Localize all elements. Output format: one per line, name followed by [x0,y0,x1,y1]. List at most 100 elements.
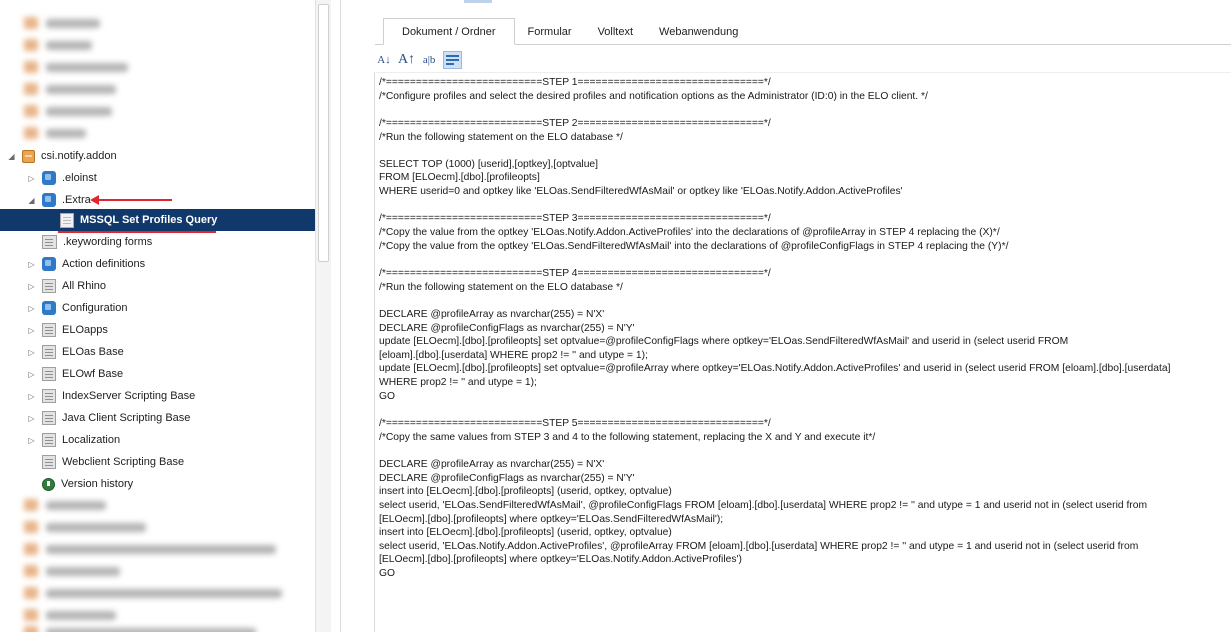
code-line[interactable]: DECLARE @profileArray as nvarchar(255) =… [379,458,1229,472]
tree-scrollbar-thumb[interactable] [318,4,329,262]
redacted-tree-item [24,609,116,621]
redacted-tree-item [24,17,100,29]
code-line[interactable]: GO [379,567,1229,581]
code-line[interactable] [379,294,1229,308]
tree-item-indexserver-scripting-base[interactable]: ▷ IndexServer Scripting Base [26,385,315,407]
tab-webanwendung[interactable]: Webanwendung [646,18,751,45]
collapsed-toggle-icon[interactable]: ▷ [26,282,37,291]
tree-item-localization[interactable]: ▷ Localization [26,429,315,451]
cube-icon [42,301,56,315]
tree-item-eloapps[interactable]: ▷ ELOapps [26,319,315,341]
cube-icon [42,257,56,271]
tree-item-java-client-scripting-base[interactable]: ▷ Java Client Scripting Base [26,407,315,429]
collapsed-toggle-icon[interactable]: ▷ [26,326,37,335]
repository-tree: ◢ csi.notify.addon ▷ .eloinst ◢ .Extra M… [0,0,333,632]
script-editor[interactable]: /*==========================STEP 1======… [374,72,1231,632]
code-line[interactable]: DECLARE @profileConfigFlags as nvarchar(… [379,322,1229,336]
tree-item-mssql-set-profiles-query[interactable]: MSSQL Set Profiles Query [0,209,315,231]
collapsed-toggle-icon[interactable]: ▷ [26,260,37,269]
code-line[interactable]: /*==========================STEP 5======… [379,417,1229,431]
tree-item-label: .keywording forms [63,236,153,248]
code-line[interactable] [379,253,1229,267]
code-line[interactable]: [ELOecm].[dbo].[profileopts] where optke… [379,553,1229,567]
tree-item-label: MSSQL Set Profiles Query [80,214,218,226]
script-code[interactable]: /*==========================STEP 1======… [379,76,1229,581]
tree-item-label: .Extra [62,194,91,206]
redacted-tree-item [24,105,112,117]
code-line[interactable]: WHERE prop2 != '' and utype = 1); [379,376,1229,390]
code-line[interactable]: [eloam].[dbo].[userdata] WHERE prop2 != … [379,349,1229,363]
tree-item-configuration[interactable]: ▷ Configuration [26,297,315,319]
code-line[interactable]: insert into [ELOecm].[dbo].[profileopts]… [379,485,1229,499]
redacted-tree-item [24,127,86,139]
code-line[interactable]: /*Copy the value from the optkey 'ELOas.… [379,240,1229,254]
collapsed-toggle-icon[interactable]: ▷ [26,392,37,401]
tree-item-eloinst[interactable]: ▷ .eloinst [26,167,315,189]
expanded-toggle-icon[interactable]: ◢ [26,196,37,205]
collapsed-toggle-icon[interactable]: ▷ [26,370,37,379]
code-line[interactable]: /*==========================STEP 3======… [379,212,1229,226]
collapsed-toggle-icon[interactable]: ▷ [26,174,37,183]
code-line[interactable]: /*==========================STEP 1======… [379,76,1229,90]
code-line[interactable]: update [ELOecm].[dbo].[profileopts] set … [379,335,1229,349]
code-line[interactable] [379,144,1229,158]
code-line[interactable]: select userid, 'ELOas.SendFilteredWfAsMa… [379,499,1229,513]
redacted-tree-item [24,83,116,95]
collapsed-toggle-icon[interactable]: ▷ [26,436,37,445]
tree-item-version-history[interactable]: Version history [42,473,315,495]
tree-scrollbar[interactable] [315,0,331,632]
cabinet-icon [42,389,56,403]
tree-item-label: Configuration [62,302,128,314]
tab-dokument-ordner[interactable]: Dokument / Ordner [383,18,515,45]
code-line[interactable] [379,103,1229,117]
code-line[interactable]: /*==========================STEP 4======… [379,267,1229,281]
code-line[interactable]: SELECT TOP (1000) [userid],[optkey],[opt… [379,158,1229,172]
pane-splitter[interactable] [340,0,341,632]
word-wrap-button[interactable] [443,51,463,69]
tree-item-label: .eloinst [62,172,97,184]
code-line[interactable]: /*==========================STEP 2======… [379,117,1229,131]
collapsed-toggle-icon[interactable]: ▷ [26,304,37,313]
tree-item-label: ELOas Base [62,346,124,358]
code-line[interactable] [379,403,1229,417]
cabinet-icon [42,455,56,469]
tree-item-keywording-forms[interactable]: .keywording forms [42,231,315,253]
cabinet-icon [42,279,56,293]
code-line[interactable] [379,444,1229,458]
tree-item-webclient-scripting-base[interactable]: Webclient Scripting Base [42,451,315,473]
cabinet-icon [42,345,56,359]
tree-item-csi-notify-addon[interactable]: ◢ csi.notify.addon [6,145,315,167]
tree-item-label: ELOapps [62,324,108,336]
tab-formular[interactable]: Formular [515,18,585,45]
show-whitespace-button[interactable]: a|b [421,51,437,69]
tree-item-elowf-base[interactable]: ▷ ELOwf Base [26,363,315,385]
cabinet-icon [42,411,56,425]
code-line[interactable]: /*Run the following statement on the ELO… [379,131,1229,145]
code-line[interactable]: FROM [ELOecm].[dbo].[profileopts] [379,171,1229,185]
tree-item-all-rhino[interactable]: ▷ All Rhino [26,275,315,297]
tree-item-eloas-base[interactable]: ▷ ELOas Base [26,341,315,363]
code-line[interactable]: DECLARE @profileConfigFlags as nvarchar(… [379,472,1229,486]
tree-item-label: Action definitions [62,258,146,270]
expanded-toggle-icon[interactable]: ◢ [6,152,17,161]
code-line[interactable]: insert into [ELOecm].[dbo].[profileopts]… [379,526,1229,540]
code-line[interactable]: /*Copy the same values from STEP 3 and 4… [379,431,1229,445]
tab-volltext[interactable]: Volltext [585,18,646,45]
code-line[interactable]: WHERE userid=0 and optkey like 'ELOas.Se… [379,185,1229,199]
code-line[interactable]: /*Configure profiles and select the desi… [379,90,1229,104]
code-line[interactable]: [ELOecm].[dbo].[profileopts] where optke… [379,513,1229,527]
cabinet-icon [42,367,56,381]
code-line[interactable]: DECLARE @profileArray as nvarchar(255) =… [379,308,1229,322]
collapsed-toggle-icon[interactable]: ▷ [26,414,37,423]
font-larger-button[interactable]: A↑ [398,51,415,69]
collapsed-toggle-icon[interactable]: ▷ [26,348,37,357]
code-line[interactable] [379,199,1229,213]
code-line[interactable]: update [ELOecm].[dbo].[profileopts] set … [379,362,1229,376]
code-line[interactable]: GO [379,390,1229,404]
font-smaller-button[interactable]: A↓ [376,51,392,69]
code-line[interactable]: select userid, 'ELOas.Notify.Addon.Activ… [379,540,1229,554]
code-line[interactable]: /*Run the following statement on the ELO… [379,281,1229,295]
cube-icon [42,171,56,185]
tree-item-action-definitions[interactable]: ▷ Action definitions [26,253,315,275]
code-line[interactable]: /*Copy the value from the optkey 'ELOas.… [379,226,1229,240]
